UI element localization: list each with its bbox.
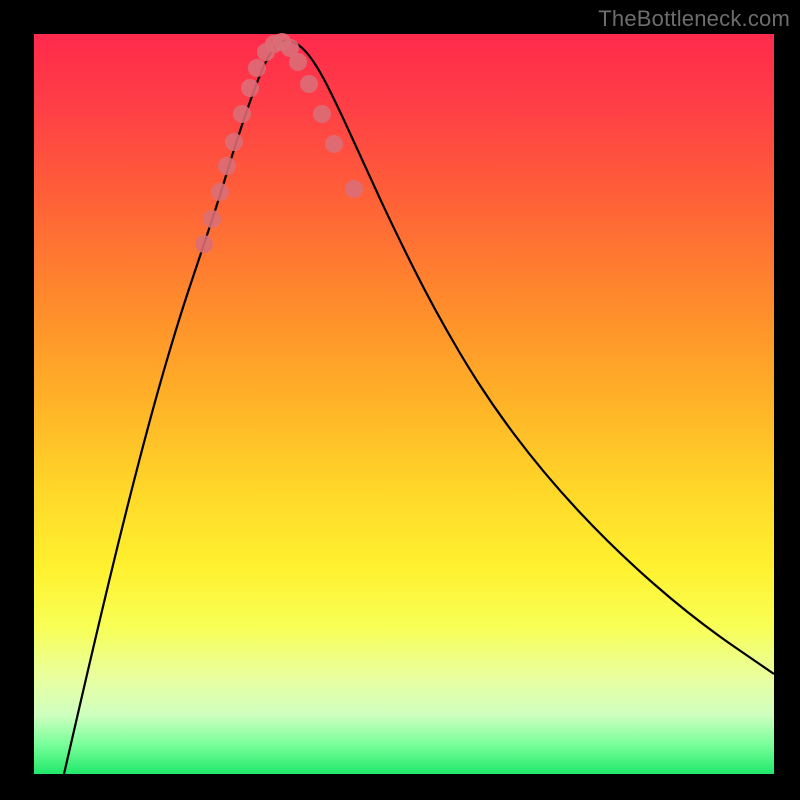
marker-point: [195, 235, 213, 253]
marker-group: [195, 33, 363, 253]
marker-point: [325, 135, 343, 153]
marker-point: [218, 157, 236, 175]
marker-point: [241, 79, 259, 97]
chart-stage: TheBottleneck.com: [0, 0, 800, 800]
curve-svg: [34, 34, 774, 774]
plot-area: [34, 34, 774, 774]
marker-point: [345, 180, 363, 198]
marker-point: [248, 59, 266, 77]
marker-point: [289, 53, 307, 71]
watermark-text: TheBottleneck.com: [598, 6, 790, 32]
bottleneck-curve: [64, 41, 774, 774]
marker-point: [203, 210, 221, 228]
marker-point: [300, 75, 318, 93]
marker-point: [233, 105, 251, 123]
marker-point: [225, 133, 243, 151]
marker-point: [211, 183, 229, 201]
marker-point: [313, 105, 331, 123]
